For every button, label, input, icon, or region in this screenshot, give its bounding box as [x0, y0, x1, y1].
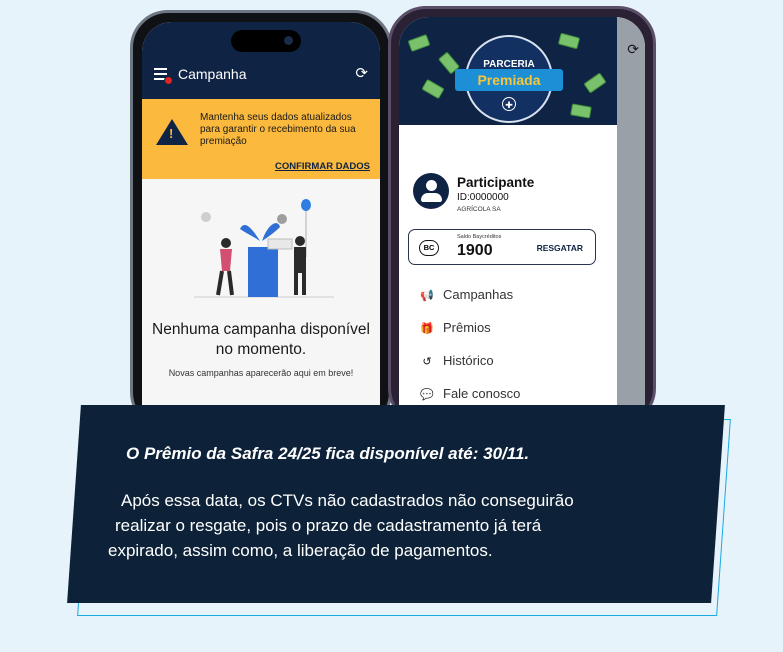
chat-icon: 💬: [420, 389, 434, 401]
menu-icon[interactable]: [154, 68, 173, 85]
megaphone-icon: 📢: [420, 290, 434, 302]
history-icon: ↺: [422, 356, 432, 368]
menu-item-premios[interactable]: 🎁 Prêmios: [419, 320, 491, 340]
menu-item-label: Campanhas: [443, 287, 514, 302]
campaign-screen: Campanha ⟳ ! Mantenha seus dados atualiz…: [142, 22, 380, 427]
phone-right: PARCERIA ✚ Premiada ⟳ Participante ID:00…: [388, 6, 656, 426]
participant-name: Participante: [457, 175, 535, 190]
empty-campaign-illustration: [194, 199, 334, 298]
update-data-alert: ! Mantenha seus dados atualizados para g…: [142, 99, 380, 179]
participant-id: ID:0000000: [457, 192, 509, 203]
refresh-icon[interactable]: ⟳: [627, 41, 639, 58]
logo-main-text: Premiada: [455, 69, 563, 91]
callout-line: realizar o resgate, pois o prazo de cada…: [115, 516, 542, 535]
bayer-cross-icon: ✚: [502, 97, 516, 111]
notification-dot: [164, 76, 173, 85]
empty-state-title: Nenhuma campanha disponível no momento.: [152, 321, 370, 358]
menu-screen: PARCERIA ✚ Premiada ⟳ Participante ID:00…: [399, 17, 645, 423]
refresh-icon[interactable]: ⟳: [355, 64, 368, 82]
dynamic-island: [231, 30, 301, 52]
alert-message: Mantenha seus dados atualizados para gar…: [200, 112, 356, 147]
callout-line: expirado, assim como, a liberação de pag…: [108, 541, 493, 560]
gift-icon: 🎁: [420, 323, 434, 335]
balance-label: Saldo Baycréditos: [457, 234, 502, 240]
avatar: [413, 173, 449, 209]
confirm-data-link[interactable]: CONFIRMAR DADOS: [275, 161, 370, 172]
menu-item-campanhas[interactable]: 📢 Campanhas: [419, 287, 513, 307]
menu-item-label: Prêmios: [443, 320, 491, 335]
participant-company: AGRÍCOLA SA: [457, 206, 501, 213]
baycredits-icon: BC: [419, 240, 439, 256]
phone-left: Campanha ⟳ ! Mantenha seus dados atualiz…: [130, 10, 392, 430]
promo-banner: PARCERIA ✚ Premiada: [399, 17, 617, 125]
redeem-button[interactable]: RESGATAR: [537, 243, 583, 253]
callout-line: Após essa data, os CTVs não cadastrados …: [121, 491, 574, 510]
balance-value: 1900: [457, 242, 493, 259]
menu-item-fale-conosco[interactable]: 💬 Fale conosco: [419, 386, 520, 406]
page-title: Campanha: [178, 66, 247, 82]
callout-title: O Prêmio da Safra 24/25 fica disponível …: [126, 444, 530, 463]
overlay-strip: ⟳: [617, 17, 645, 423]
balance-card: BC Saldo Baycréditos 1900 RESGATAR: [408, 229, 596, 265]
empty-state: Nenhuma campanha disponível no momento. …: [142, 179, 380, 427]
menu-item-label: Fale conosco: [443, 386, 521, 401]
callout-body: Após essa data, os CTVs não cadastrados …: [108, 488, 708, 563]
empty-state-subtitle: Novas campanhas aparecerão aqui em breve…: [168, 368, 354, 378]
menu-item-historico[interactable]: ↺ Histórico: [419, 353, 494, 373]
menu-item-label: Histórico: [443, 353, 494, 368]
